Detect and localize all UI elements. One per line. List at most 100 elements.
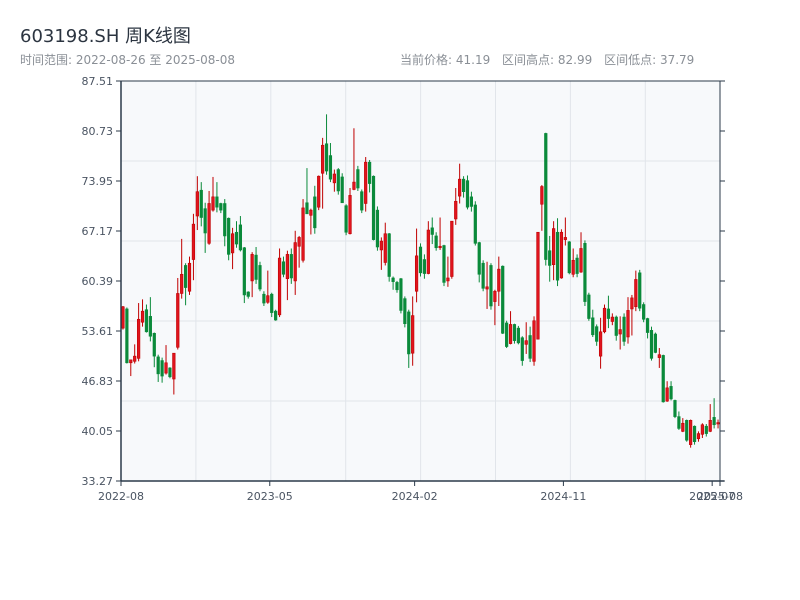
candle-body — [383, 233, 387, 263]
candle-body — [638, 272, 642, 309]
x-tick-label: 2022-08 — [98, 490, 144, 503]
candle-up — [121, 306, 125, 330]
candle-down — [442, 244, 446, 287]
candle-down — [501, 265, 505, 335]
candle-down — [168, 367, 172, 379]
candle-body — [469, 196, 473, 207]
candle-body — [266, 295, 270, 303]
candle-body — [477, 242, 481, 275]
candle-body — [528, 335, 532, 359]
candle-down — [399, 277, 403, 314]
candle-down — [685, 419, 689, 442]
candle-body — [121, 306, 125, 329]
candle-body — [332, 173, 336, 184]
candle-body — [180, 273, 184, 294]
candle-body — [215, 196, 219, 208]
candle-down — [387, 232, 391, 282]
candle-body — [555, 231, 560, 281]
candle-body — [230, 233, 235, 254]
candle-body — [657, 354, 661, 358]
candle-body — [234, 231, 239, 245]
candle-down — [649, 326, 654, 361]
y-tick-label: 33.27 — [82, 475, 114, 488]
candle-body — [692, 425, 697, 442]
candle-body — [223, 203, 227, 237]
candle-down — [274, 309, 278, 321]
candle-body — [403, 298, 407, 324]
candle-body — [696, 433, 701, 440]
candle-body — [199, 189, 203, 218]
candle-body — [414, 255, 419, 292]
candle-body — [501, 265, 505, 334]
candle-body — [508, 324, 513, 344]
candle-body — [293, 242, 297, 282]
candle-body — [168, 367, 172, 378]
candle-body — [407, 311, 411, 355]
candle-body — [125, 308, 129, 364]
candle-body — [548, 250, 552, 266]
y-tick-label: 80.73 — [82, 125, 114, 138]
candle-body — [328, 155, 333, 180]
candle-down — [340, 173, 344, 204]
candle-body — [309, 209, 313, 216]
candle-down — [481, 260, 485, 292]
candle-body — [465, 180, 470, 208]
y-tick-label: 53.61 — [82, 325, 114, 338]
candle-body — [489, 265, 493, 307]
candle-body — [689, 420, 693, 445]
candle-down — [473, 201, 477, 246]
candle-body — [270, 293, 274, 313]
candle-body — [426, 229, 430, 274]
candle-body — [677, 416, 681, 429]
candle-body — [665, 387, 669, 402]
candle-down — [575, 254, 579, 278]
candle-up — [364, 157, 368, 212]
candle-body — [336, 169, 340, 192]
candle-up — [536, 231, 540, 340]
candle-body — [364, 161, 368, 204]
candle-body — [661, 355, 665, 403]
candle-down — [516, 325, 520, 345]
candle-body — [379, 240, 383, 251]
x-tick-label: 2025-08 — [697, 490, 743, 503]
candle-up — [602, 304, 607, 334]
candle-body — [618, 329, 622, 335]
candle-down — [661, 354, 665, 403]
candle-body — [277, 257, 282, 316]
candle-body — [297, 237, 301, 247]
candle-down — [227, 217, 231, 261]
candle-body — [148, 316, 152, 337]
candle-body — [473, 204, 477, 244]
candle-body — [211, 196, 215, 211]
candle-body — [422, 259, 427, 274]
candle-body — [559, 231, 564, 279]
candle-body — [540, 186, 544, 205]
candle-body — [520, 337, 524, 361]
candle-body — [321, 144, 325, 174]
candle-body — [183, 265, 188, 288]
x-tick-label: 2023-05 — [247, 490, 293, 503]
candle-body — [681, 422, 685, 432]
candle-body — [630, 297, 634, 310]
candle-body — [626, 310, 630, 338]
candle-down — [638, 269, 642, 312]
candle-down — [465, 175, 470, 210]
candle-body — [567, 241, 571, 274]
candle-body — [454, 200, 458, 220]
candle-body — [497, 268, 501, 292]
candle-body — [344, 205, 348, 233]
y-tick-label: 73.95 — [82, 175, 114, 188]
candle-body — [356, 169, 360, 189]
candle-body — [673, 400, 677, 417]
candle-body — [536, 231, 540, 340]
candle-body — [552, 228, 556, 266]
candle-body — [137, 318, 141, 359]
candle-down — [344, 204, 348, 236]
candle-body — [712, 417, 716, 426]
candle-body — [227, 217, 231, 255]
candle-down — [356, 165, 360, 191]
candle-body — [195, 191, 199, 217]
candle-body — [575, 257, 579, 274]
y-tick-label: 67.17 — [82, 225, 114, 238]
candle-body — [164, 362, 168, 374]
